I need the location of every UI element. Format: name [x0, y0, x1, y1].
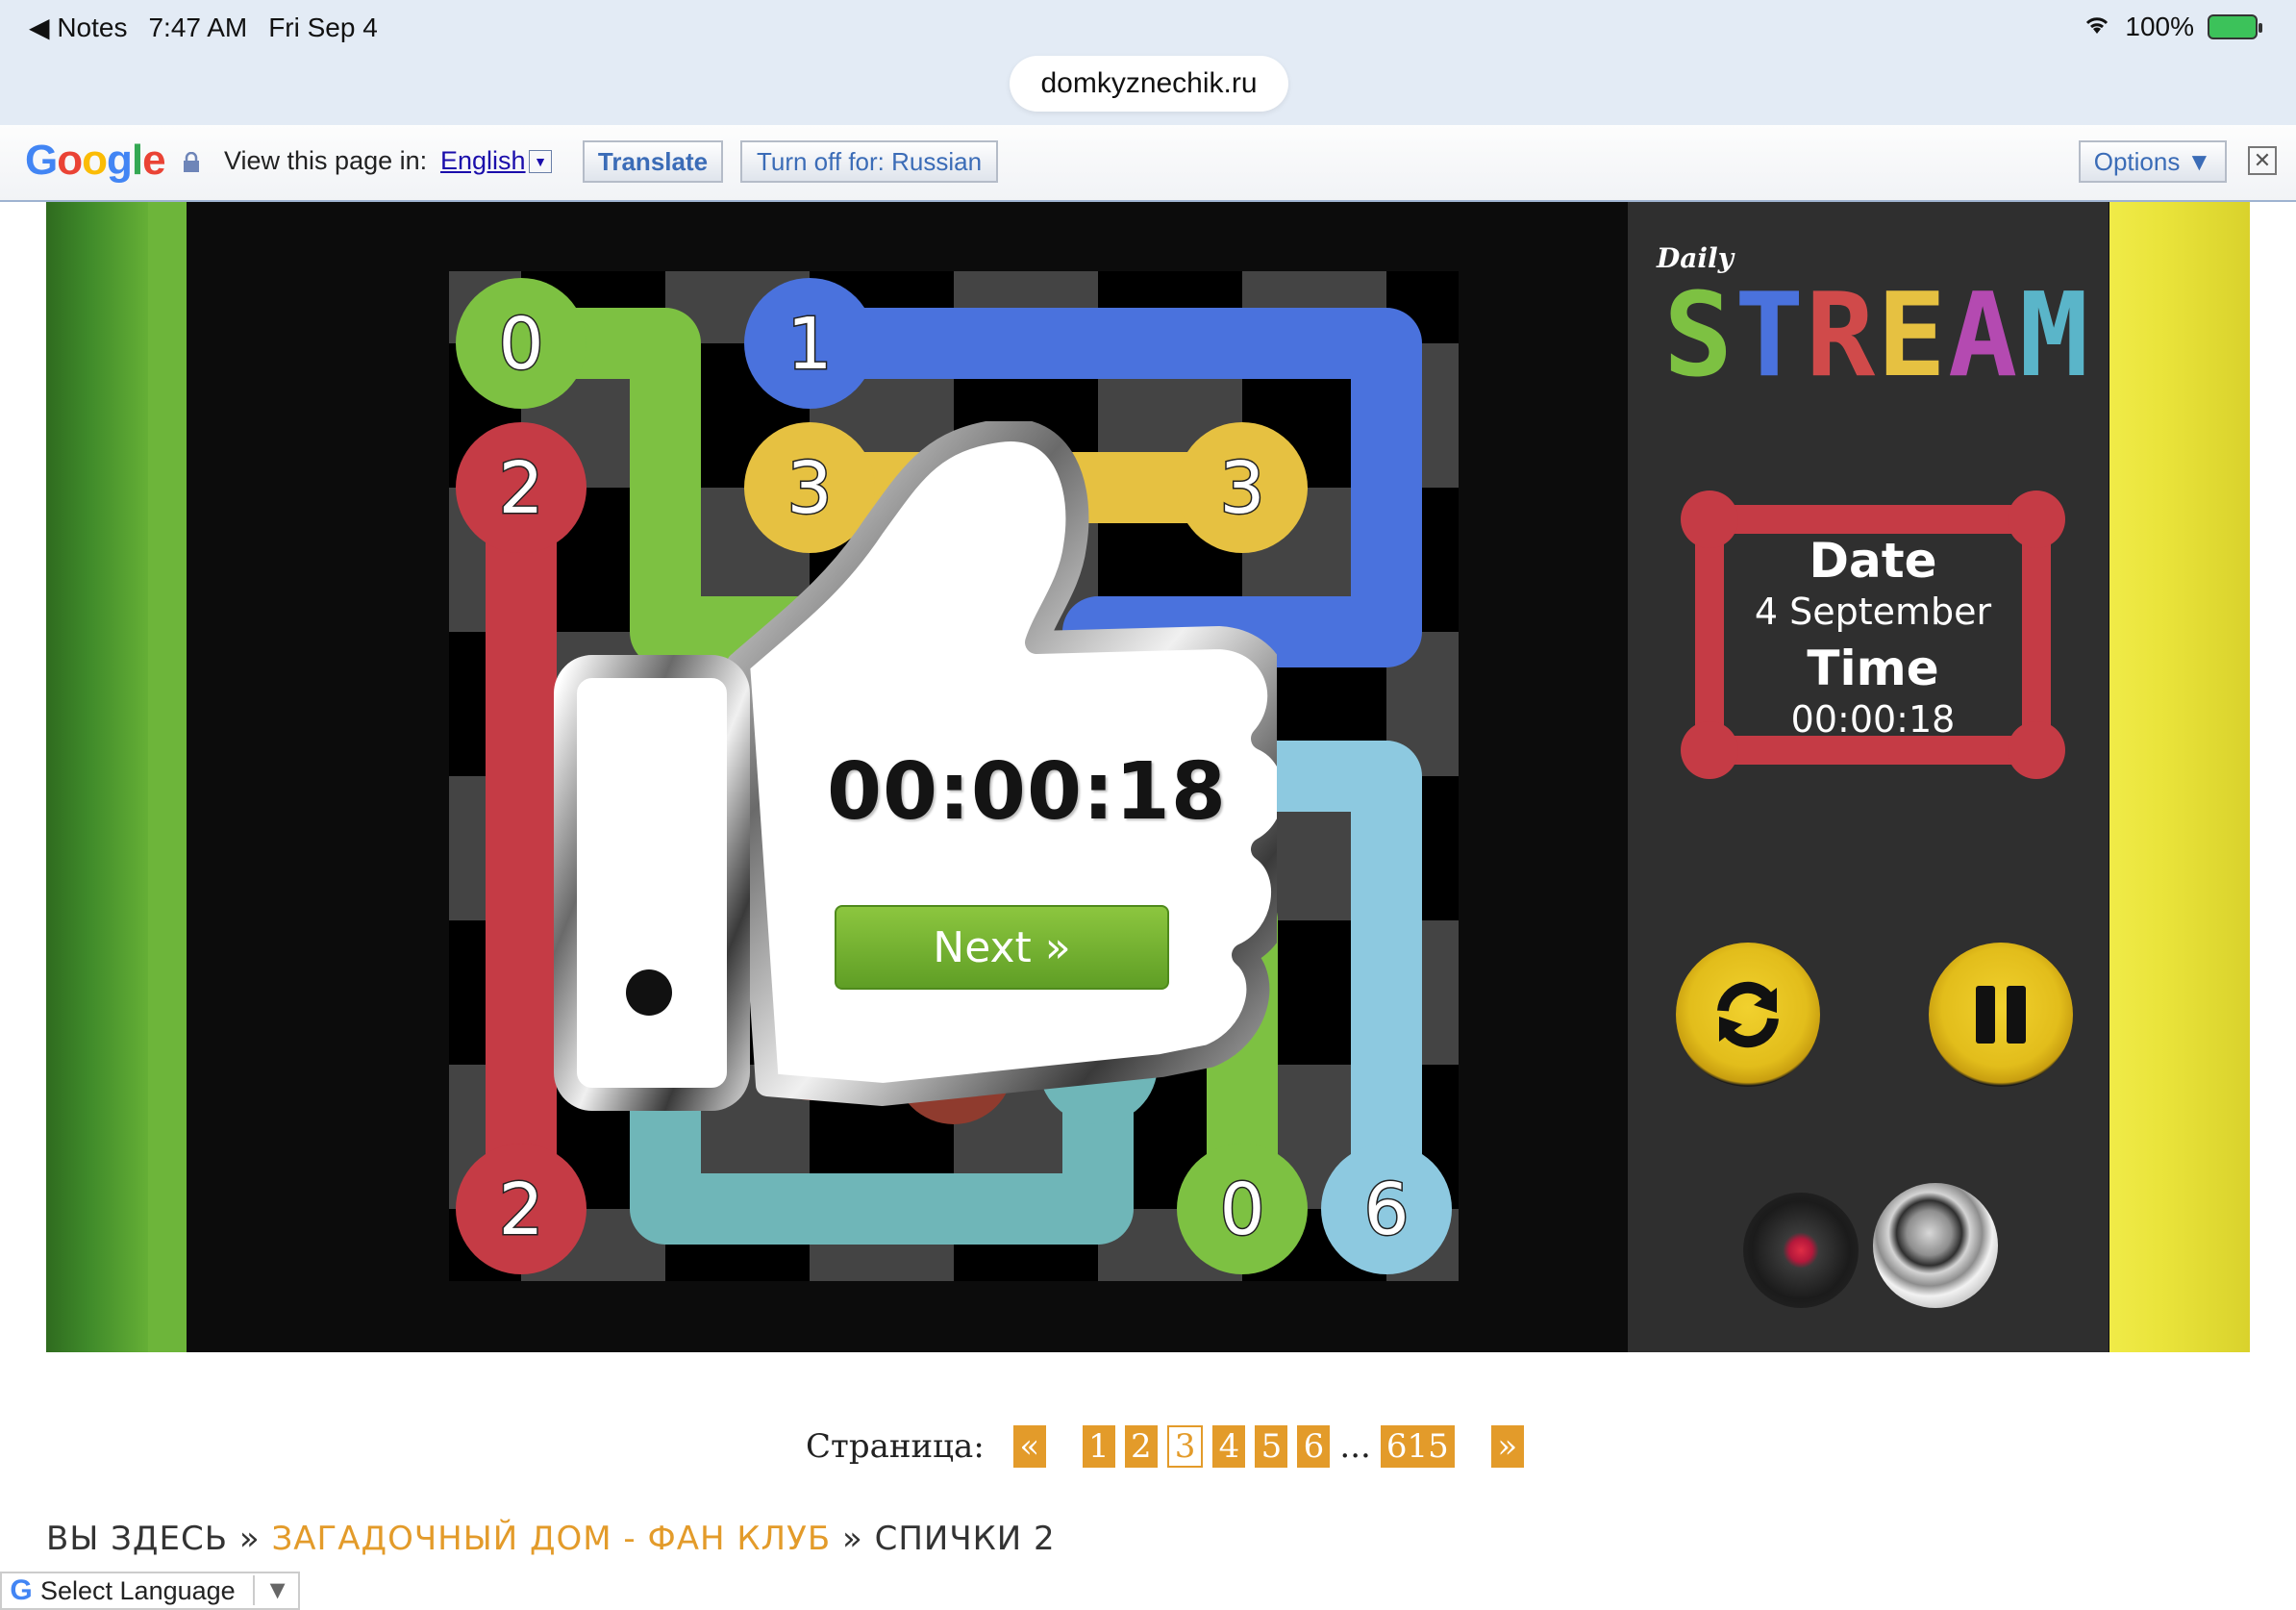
- breadcrumb-prefix: ВЫ ЗДЕСЬ »: [46, 1520, 261, 1558]
- time-label: Time: [1807, 641, 1939, 696]
- status-time: 7:47 AM: [148, 12, 248, 42]
- breadcrumb-current: СПИЧКИ 2: [874, 1520, 1056, 1558]
- red-node-bottom-label: 2: [498, 1169, 543, 1251]
- stream-logo-letter: S: [1663, 269, 1733, 403]
- thumbs-up-popup-icon: [554, 421, 1277, 1111]
- restart-button[interactable]: [1676, 943, 1820, 1087]
- pagination-page-2[interactable]: 2: [1124, 1425, 1158, 1468]
- date-value: 4 September: [1754, 591, 1992, 633]
- pagination: Страница: « 1 2 3 4 5 6 ... 615 »: [806, 1425, 1524, 1468]
- green-node-top-label: 0: [498, 303, 543, 386]
- language-dropdown-icon[interactable]: ▼: [529, 150, 552, 173]
- status-right: 100%: [2083, 12, 2262, 42]
- stream-logo-letter: A: [1948, 269, 2017, 403]
- pagination-label: Страница:: [806, 1427, 985, 1466]
- pagination-ellipsis: ...: [1339, 1427, 1371, 1466]
- options-button[interactable]: Options ▼: [2079, 140, 2227, 183]
- turn-off-button[interactable]: Turn off for: Russian: [740, 140, 998, 183]
- stream-logo: STREAM: [1663, 269, 2088, 403]
- breadcrumb: ВЫ ЗДЕСЬ » ЗАГАДОЧНЫЙ ДОМ - ФАН КЛУБ » С…: [46, 1520, 1056, 1558]
- google-g-icon: G: [10, 1574, 33, 1606]
- translate-button[interactable]: Translate: [583, 140, 723, 183]
- stream-logo-letter: T: [1734, 269, 1804, 403]
- pagination-page-5[interactable]: 5: [1255, 1425, 1288, 1468]
- left-wood-border: [46, 202, 187, 1352]
- blue-node-top-label: 1: [786, 303, 832, 386]
- wifi-icon: [2083, 12, 2111, 42]
- breadcrumb-separator: »: [841, 1520, 863, 1558]
- pause-button[interactable]: [1929, 943, 2073, 1087]
- pause-icon: [1976, 986, 2026, 1044]
- next-button[interactable]: Next »: [835, 905, 1169, 990]
- language-link[interactable]: English: [440, 146, 526, 176]
- pagination-page-last[interactable]: 615: [1380, 1425, 1455, 1468]
- music-record-icon[interactable]: [1743, 1193, 1859, 1308]
- right-wood-border: [2109, 202, 2250, 1352]
- pagination-page-1[interactable]: 1: [1082, 1425, 1115, 1468]
- popup-elapsed-time: 00:00:18: [827, 746, 1227, 838]
- lightblue-node-bottom-label: 6: [1363, 1169, 1409, 1251]
- stream-logo-letter: E: [1877, 269, 1946, 403]
- time-value: 00:00:18: [1790, 698, 1956, 741]
- back-to-notes-link[interactable]: ◀ Notes: [29, 12, 127, 43]
- select-language-dropdown[interactable]: G Select Language ▼: [0, 1572, 300, 1610]
- restart-icon: [1717, 981, 1779, 1048]
- chevron-down-icon: ▼: [253, 1575, 290, 1605]
- select-language-label: Select Language: [40, 1575, 236, 1605]
- lock-icon: [184, 152, 199, 172]
- translate-prompt: View this page in:: [224, 146, 428, 175]
- speaker-icon[interactable]: [1873, 1183, 1998, 1308]
- status-bar: ◀ Notes 7:47 AM Fri Sep 4 100% domkyznec…: [0, 0, 2296, 125]
- pagination-page-current: 3: [1166, 1425, 1204, 1468]
- google-logo: Google: [25, 137, 166, 184]
- info-panel: Date 4 September Time 00:00:18: [1714, 534, 2032, 743]
- game-area: 0 1 2 3 3 2 0 6 00:00:18 Next » Daily S …: [46, 202, 2250, 1352]
- close-icon[interactable]: ✕: [2248, 146, 2277, 175]
- google-translate-bar: Google View this page in: English ▼ Tran…: [0, 125, 2296, 202]
- battery-percent: 100%: [2125, 12, 2194, 41]
- status-left: ◀ Notes 7:47 AM Fri Sep 4: [29, 12, 378, 43]
- stream-logo-letter: M: [2019, 269, 2088, 403]
- breadcrumb-link[interactable]: ЗАГАДОЧНЫЙ ДОМ - ФАН КЛУБ: [271, 1520, 831, 1558]
- stream-logo-letter: R: [1806, 269, 1876, 403]
- pagination-page-6[interactable]: 6: [1297, 1425, 1331, 1468]
- url-text: domkyznechik.ru: [1040, 67, 1258, 99]
- pagination-page-4[interactable]: 4: [1212, 1425, 1246, 1468]
- battery-charging-icon: [2208, 14, 2262, 39]
- date-label: Date: [1809, 533, 1937, 589]
- pagination-prev[interactable]: «: [1012, 1425, 1046, 1468]
- status-date: Fri Sep 4: [268, 12, 378, 42]
- url-bar[interactable]: domkyznechik.ru: [1010, 56, 1288, 112]
- pagination-next[interactable]: »: [1490, 1425, 1524, 1468]
- red-node-top-label: 2: [498, 447, 543, 530]
